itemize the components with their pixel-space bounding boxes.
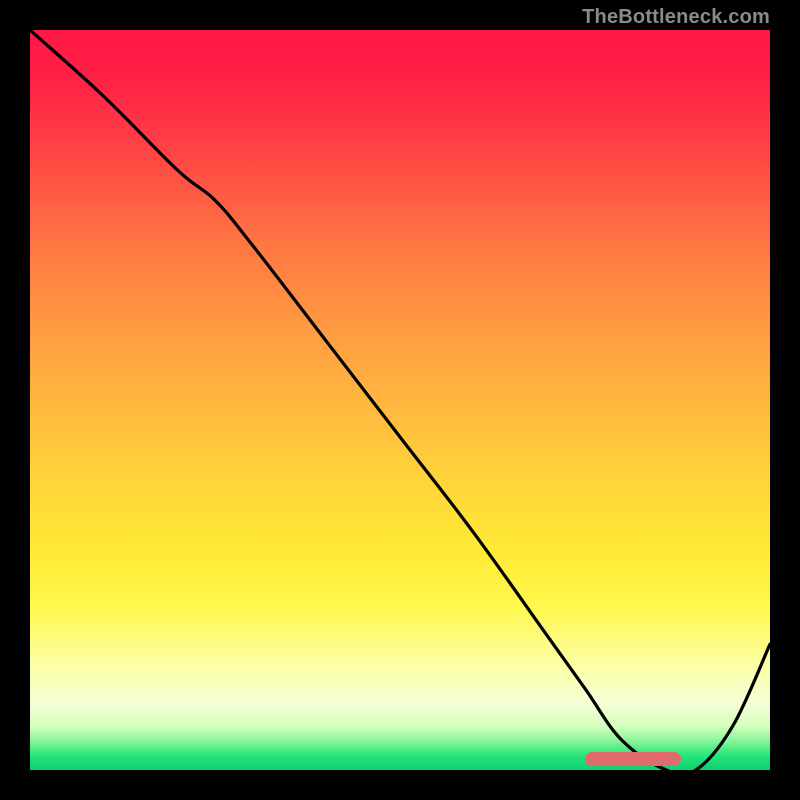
plot-area [30, 30, 770, 770]
chart-container: TheBottleneck.com [0, 0, 800, 800]
curve-path [30, 30, 770, 770]
bottleneck-curve [30, 30, 770, 770]
optimal-range-marker [585, 752, 681, 766]
watermark-text: TheBottleneck.com [582, 6, 770, 29]
